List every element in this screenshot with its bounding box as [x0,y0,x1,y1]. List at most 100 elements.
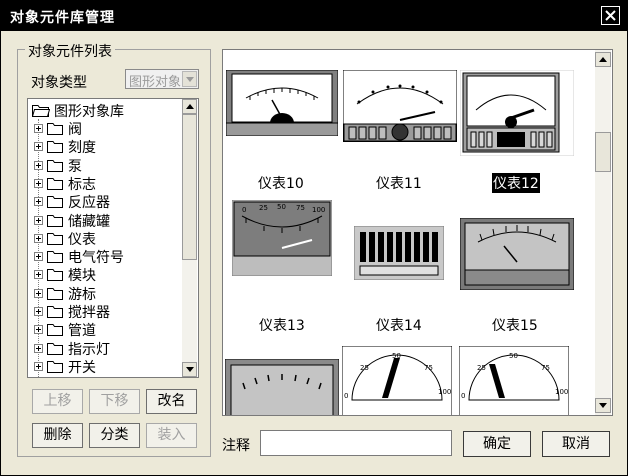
gallery-caption-15: 仪表15 [492,318,538,334]
arrow-down-icon [599,403,607,408]
gallery-item-18[interactable]: 0 25 50 75 100 [458,345,570,415]
tree-item-label: 控制 [68,375,96,377]
tree-item-label: 电气符号 [68,250,124,267]
tree-scrollbar[interactable] [182,99,197,377]
gallery-scrollbar[interactable] [595,50,611,415]
folder-icon [47,196,63,209]
tree-scroll-down[interactable] [182,362,197,377]
gallery-item-15[interactable] [459,217,575,294]
tree-item-label: 管道 [68,323,96,340]
close-icon [605,10,616,21]
gauge17-tick-50: 50 [392,352,401,360]
tree-item-label: 指示灯 [68,341,110,358]
plus-expander-icon[interactable] [34,361,43,371]
tree-scroll-thumb[interactable] [182,114,197,260]
object-tree[interactable]: 图形对象库 阀刻度泵标志反应器储藏罐仪表电气符号模块游标搅拌器管道指示灯开关控制 [27,98,199,378]
gauge-13-thumbnail: 0 25 50 75 100 [231,199,333,277]
tree-guide-line [38,119,39,377]
gallery-caption-12: 仪表12 [492,173,540,193]
tree-item-label: 反应器 [68,195,110,212]
gauge17-tick-0: 0 [344,392,348,400]
rename-button[interactable]: 改名 [146,389,197,414]
plus-expander-icon[interactable] [34,215,43,225]
plus-expander-icon[interactable] [34,197,43,207]
object-type-select[interactable]: 图形对象 [125,69,199,90]
gallery-item-11[interactable] [342,69,458,146]
gauge13-tick-0: 0 [242,206,246,214]
folder-icon [47,306,63,318]
cancel-button[interactable]: 取消 [542,431,610,457]
close-button[interactable] [601,6,620,25]
object-gallery[interactable]: 仪表10 仪表11 仪表12 0 25 50 75 100 仪表13 仪表14 … [222,49,613,416]
title-bar[interactable]: 对象元件库管理 [1,1,627,31]
tree-scroll-up[interactable] [182,99,197,114]
gauge13-tick-25: 25 [259,204,268,212]
categorize-button[interactable]: 分类 [89,423,140,448]
tree-item-label: 开关 [68,359,96,376]
tree-item-label: 仪表 [68,231,96,248]
gallery-scroll-down[interactable] [595,398,611,413]
gallery-scroll-thumb[interactable] [595,132,611,172]
gauge-18-thumbnail: 0 25 50 75 100 [458,345,570,415]
tree-item-label: 刻度 [68,140,96,157]
folder-icon [47,159,63,172]
gallery-caption-14: 仪表14 [376,318,422,334]
gauge-14-thumbnail [353,225,445,281]
gallery-scroll-up[interactable] [595,52,611,67]
plus-expander-icon[interactable] [34,124,43,133]
gauge-12-thumbnail [459,69,575,157]
move-up-button[interactable]: 上移 [32,389,83,414]
move-down-button[interactable]: 下移 [89,389,140,414]
gauge18-tick-25: 25 [477,364,486,372]
folder-icon [47,214,63,227]
plus-expander-icon[interactable] [34,160,43,170]
gallery-item-16[interactable] [224,358,340,415]
gauge18-tick-50: 50 [509,352,518,360]
load-button[interactable]: 装入 [146,423,197,448]
gallery-item-17[interactable]: 0 25 50 75 100 [341,345,453,415]
plus-expander-icon[interactable] [34,288,43,298]
gallery-item-10[interactable] [225,69,339,140]
component-list-title: 对象元件列表 [25,41,115,61]
gallery-item-14[interactable] [353,225,445,284]
note-label: 注释 [222,438,250,454]
plus-expander-icon[interactable] [34,343,43,353]
plus-expander-icon[interactable] [34,142,43,152]
folder-icon [47,177,63,190]
gallery-caption-10: 仪表10 [258,176,304,192]
gauge13-tick-75: 75 [296,204,305,212]
delete-button[interactable]: 删除 [32,423,83,448]
dropdown-button[interactable] [182,71,197,87]
library-manager-window: 对象元件库管理 对象元件列表 对象类型 图形对象 图形对象库 阀刻度泵标志 反应器… [0,0,628,476]
gauge-17-thumbnail: 0 25 50 75 100 [341,345,453,415]
window-title: 对象元件库管理 [10,10,115,26]
object-type-value: 图形对象 [129,75,182,90]
tree-item-label: 阀 [68,122,82,138]
gallery-caption-13: 仪表13 [259,318,305,334]
arrow-up-icon [599,57,607,62]
plus-expander-icon[interactable] [34,233,43,243]
gauge-10-thumbnail [225,69,339,137]
plus-expander-icon[interactable] [34,325,43,335]
chevron-down-icon [186,77,194,82]
plus-expander-icon[interactable] [34,307,43,316]
plus-expander-icon[interactable] [34,270,43,280]
plus-expander-icon[interactable] [34,252,43,262]
gauge-16-thumbnail [224,358,340,415]
ok-button[interactable]: 确定 [463,431,531,457]
folder-icon [47,342,63,355]
tree-item-label: 模块 [68,268,96,285]
gauge-15-thumbnail [459,217,575,291]
plus-expander-icon[interactable] [34,178,43,188]
folder-icon [47,232,63,245]
gauge18-tick-0: 0 [461,392,465,400]
folder-icon [47,123,63,135]
tree-item-label: 搅拌器 [68,305,110,321]
note-input[interactable] [260,430,452,456]
gallery-item-13[interactable]: 0 25 50 75 100 [231,199,333,280]
folder-icon [47,141,63,154]
gauge18-tick-100: 100 [555,388,568,396]
folder-icon [47,251,63,264]
tree-item-label: 泵 [68,158,82,175]
gallery-item-12[interactable] [459,69,575,160]
